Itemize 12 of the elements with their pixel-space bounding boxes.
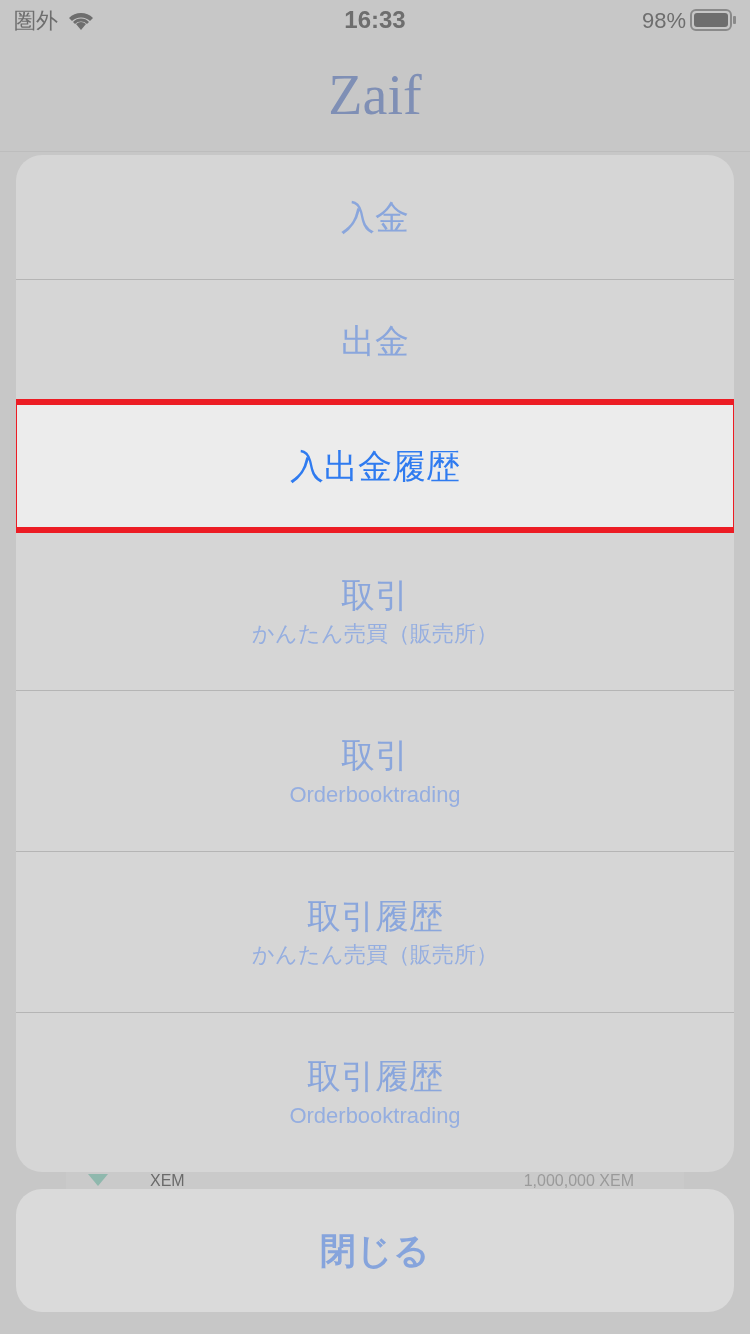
action-item[interactable]: 取引 Orderbooktrading — [16, 690, 734, 851]
time-label: 16:33 — [344, 5, 406, 35]
action-item[interactable]: 取引履歴 かんたん売買（販売所） — [16, 850, 734, 1012]
battery-icon — [690, 9, 736, 31]
coin-name: XEM — [150, 1172, 185, 1189]
battery-label: 98% — [641, 6, 686, 35]
carrier-label: 圏外 — [14, 6, 58, 35]
action-item[interactable]: 入金 — [16, 155, 734, 279]
action-item[interactable]: 取引 かんたん売買（販売所） — [16, 529, 734, 691]
app-logo: Zaif — [327, 62, 423, 128]
action-item[interactable]: 入出金履歴 — [16, 402, 734, 530]
close-button[interactable]: 閉じる — [16, 1189, 734, 1312]
